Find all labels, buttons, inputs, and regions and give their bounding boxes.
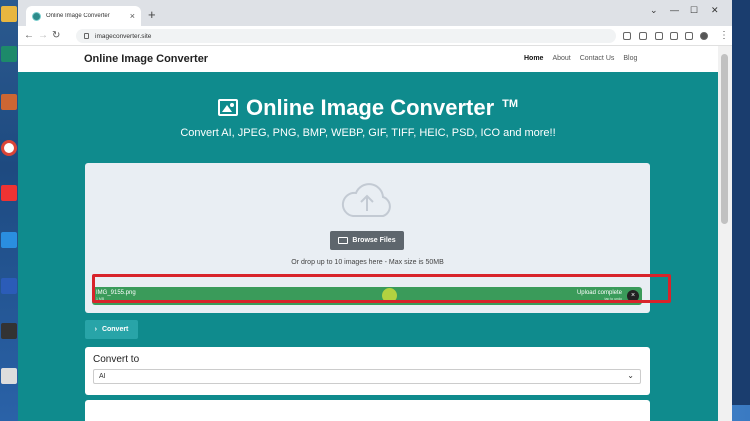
extensions-icon[interactable] <box>670 32 678 40</box>
page-scrollbar[interactable] <box>718 46 732 421</box>
page-subtitle: Convert AI, JPEG, PNG, BMP, WEBP, GIF, T… <box>180 127 556 139</box>
chevron-down-icon: ⌄ <box>627 371 634 380</box>
convert-button[interactable]: › Convert <box>85 320 138 339</box>
chevron-down-icon[interactable]: ⌄ <box>650 5 658 16</box>
back-icon[interactable]: ← <box>24 29 34 43</box>
folder-open-icon <box>338 237 349 244</box>
app-icon[interactable] <box>1 185 17 201</box>
chrome-icon[interactable] <box>1 140 17 156</box>
avatar[interactable] <box>700 32 708 40</box>
nav-blog[interactable]: Blog <box>623 55 637 62</box>
lock-icon <box>84 33 89 39</box>
app-icon[interactable] <box>1 94 17 110</box>
browser-window: Online Image Converter × + ⌄ — ☐ ✕ ← → ↻… <box>18 0 732 421</box>
tab-strip: Online Image Converter × + ⌄ — ☐ ✕ <box>18 0 732 26</box>
url-field[interactable]: imageconverter.site <box>76 29 616 43</box>
format-select-value: AI <box>99 373 106 380</box>
address-bar: ← → ↻ imageconverter.site ⋮ <box>18 26 732 46</box>
nav-contact[interactable]: Contact Us <box>580 55 615 62</box>
site-nav: Home About Contact Us Blog <box>524 55 637 62</box>
site-header: Online Image Converter Home About Contac… <box>18 46 718 72</box>
side-panel-icon[interactable] <box>685 32 693 40</box>
tab-title: Online Image Converter <box>46 13 110 19</box>
url-text: imageconverter.site <box>95 32 152 40</box>
tab-close-icon[interactable]: × <box>130 11 135 21</box>
nav-about[interactable]: About <box>552 55 570 62</box>
cloud-upload-icon <box>341 183 391 217</box>
drop-hint: Or drop up to 10 images here - Max size … <box>291 259 444 266</box>
browse-files-label: Browse Files <box>352 237 396 244</box>
app-icon[interactable] <box>1 323 17 339</box>
options-panel <box>85 400 650 421</box>
nav-home[interactable]: Home <box>524 55 543 62</box>
share-icon[interactable] <box>623 32 631 40</box>
web-page: Online Image Converter Home About Contac… <box>18 46 718 421</box>
word-icon[interactable] <box>1 278 17 294</box>
new-tab-button[interactable]: + <box>148 8 156 21</box>
star-icon[interactable] <box>639 32 647 40</box>
app-icon[interactable] <box>1 46 17 62</box>
forward-icon[interactable]: → <box>38 29 48 43</box>
close-window-button[interactable]: ✕ <box>711 5 719 16</box>
convert-button-label: Convert <box>101 326 129 333</box>
maximize-button[interactable]: ☐ <box>690 5 698 16</box>
reload-icon[interactable]: ↻ <box>52 29 60 43</box>
trademark-mark: TM <box>502 98 519 110</box>
tab-active[interactable]: Online Image Converter × <box>26 6 141 26</box>
format-select[interactable]: AI ⌄ <box>93 369 641 384</box>
folder-icon[interactable] <box>1 6 17 22</box>
convert-options-panel: Convert to AI ⌄ <box>85 347 650 395</box>
browse-files-button[interactable]: Browse Files <box>330 231 404 250</box>
page-title-text: Online Image Converter <box>245 95 495 120</box>
site-brand[interactable]: Online Image Converter <box>84 53 208 65</box>
menu-icon[interactable]: ⋮ <box>719 29 729 43</box>
recycle-bin-icon[interactable] <box>1 368 17 384</box>
page-title: Online Image Converter TM <box>18 95 718 121</box>
convert-to-label: Convert to <box>93 354 140 365</box>
desktop-icons-strip <box>0 0 18 421</box>
image-icon <box>217 99 238 116</box>
camera-icon[interactable] <box>655 32 663 40</box>
scrollbar-thumb[interactable] <box>721 54 728 224</box>
minimize-button[interactable]: — <box>670 5 679 15</box>
chevron-right-icon: › <box>94 326 97 333</box>
site-favicon-icon <box>32 11 41 21</box>
annotation-highlight-box <box>92 274 671 303</box>
onedrive-icon[interactable] <box>1 232 17 248</box>
